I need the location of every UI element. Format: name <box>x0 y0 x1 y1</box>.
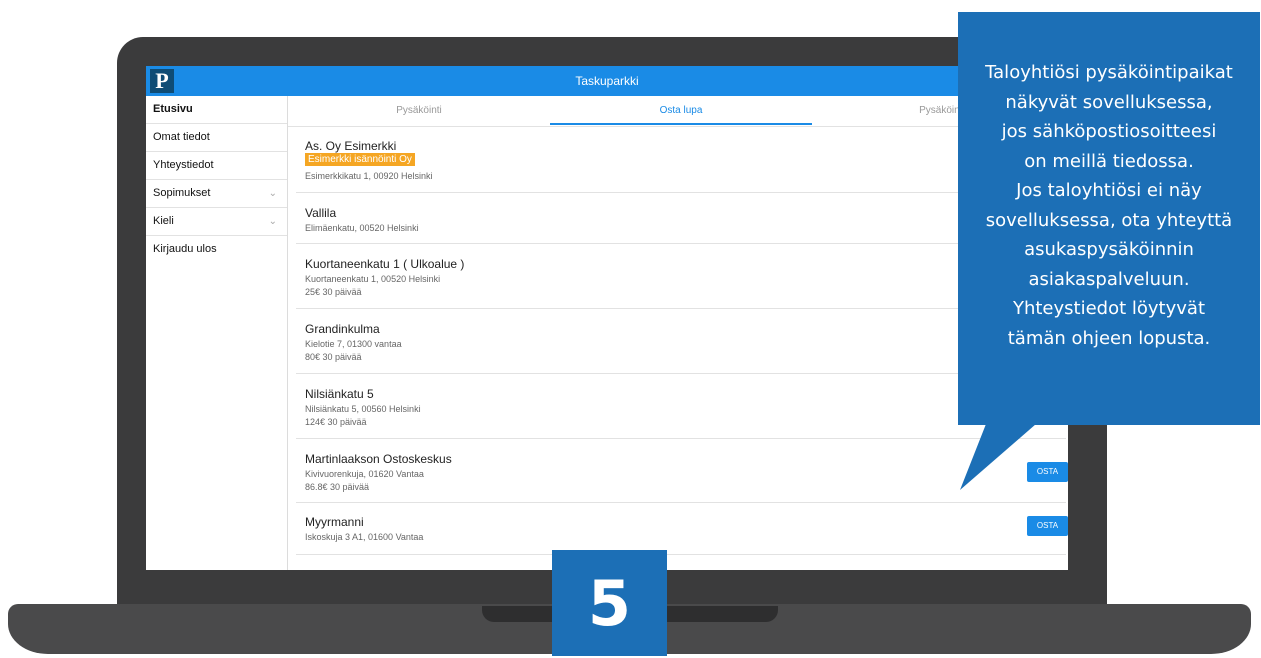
callout-line: näkyvät sovelluksessa, <box>1005 91 1213 113</box>
callout-line: asukaspysäköinnin <box>1024 239 1194 260</box>
callout-line: jos sähköpostiosoitteesi <box>1001 121 1217 142</box>
callout-text: Taloyhtiösi pysäköintipaikat näkyvät sov… <box>958 58 1260 353</box>
step-number-badge: 5 <box>552 550 667 656</box>
info-callout: Taloyhtiösi pysäköintipaikat näkyvät sov… <box>958 12 1260 425</box>
callout-line: asiakaspalveluun. <box>1028 268 1190 290</box>
callout-line: Jos taloyhtiösi ei näy <box>1016 180 1202 201</box>
callout-line: Taloyhtiösi pysäköintipaikat <box>985 62 1233 83</box>
callout-line: Yhteystiedot löytyvät <box>1012 298 1206 319</box>
callout-line: tämän ohjeen lopusta. <box>1007 327 1211 349</box>
callout-line: sovelluksessa, ota yhteyttä <box>985 209 1233 231</box>
callout-line: on meillä tiedossa. <box>1024 150 1194 172</box>
